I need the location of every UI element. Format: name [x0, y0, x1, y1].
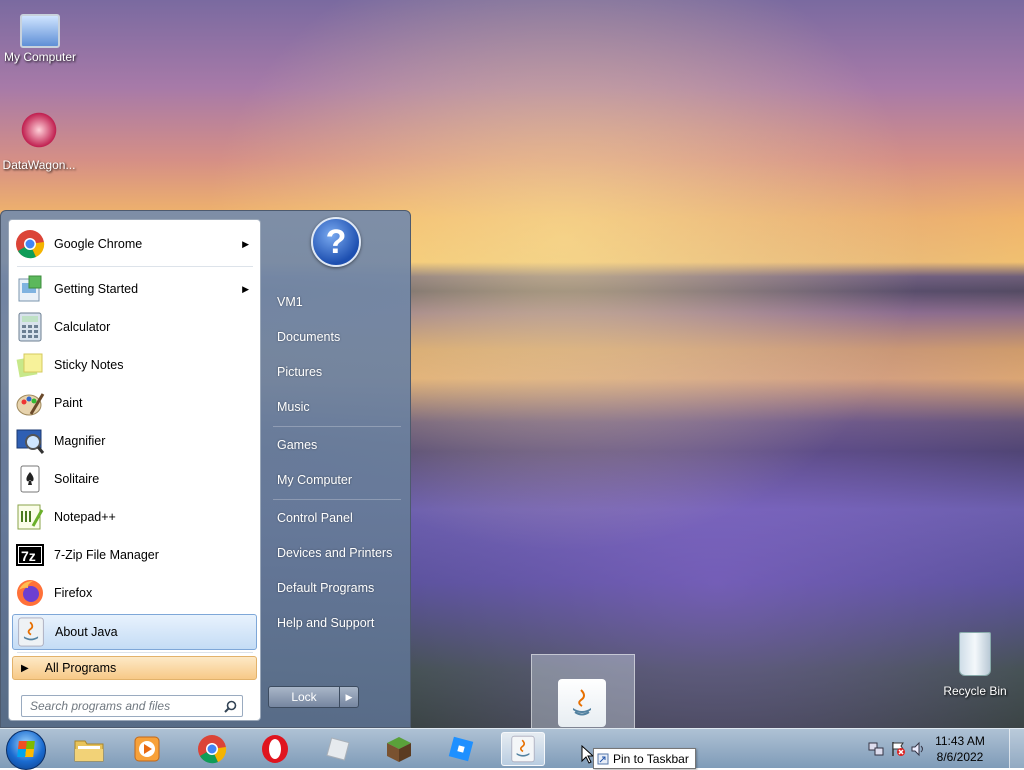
program-firefox[interactable]: Firefox	[12, 575, 257, 611]
submenu-arrow-icon: ▶	[242, 238, 249, 249]
start-menu-program-list: Google Chrome ▶ Getting Started ▶ Calcul…	[8, 219, 261, 721]
program-label: Firefox	[54, 586, 93, 600]
program-label: Calculator	[54, 320, 111, 334]
submenu-arrow-icon: ▶	[242, 283, 249, 294]
roblox-icon[interactable]	[439, 732, 483, 766]
drag-ghost	[531, 654, 635, 730]
link-music[interactable]: Music	[277, 400, 310, 414]
expand-arrow-icon: ▶	[21, 662, 29, 674]
mouse-cursor-icon	[581, 745, 593, 764]
program-label: Getting Started	[54, 282, 139, 296]
java-icon	[15, 616, 47, 648]
start-search-input[interactable]: Search programs and files	[21, 695, 243, 717]
link-games[interactable]: Games	[277, 438, 317, 452]
search-placeholder: Search programs and files	[30, 699, 171, 713]
firefox-icon	[14, 577, 46, 609]
start-menu-right-pane: ? VM1 Documents Pictures Music Games My …	[263, 211, 411, 729]
svg-text:7z: 7z	[21, 548, 36, 564]
program-getting-started[interactable]: Getting Started ▶	[12, 271, 257, 307]
opera-icon[interactable]	[253, 732, 297, 766]
roblox-studio-icon[interactable]	[316, 732, 360, 766]
all-programs-button[interactable]: ▶ All Programs	[12, 656, 257, 680]
my-computer-icon	[20, 14, 60, 48]
recycle-bin-icon	[959, 632, 991, 676]
clock-date: 8/6/2022	[936, 750, 984, 764]
program-label: Sticky Notes	[54, 358, 124, 372]
program-magnifier[interactable]: Magnifier	[12, 423, 257, 459]
start-menu: Google Chrome ▶ Getting Started ▶ Calcul…	[0, 210, 411, 728]
lock-button[interactable]: Lock	[268, 686, 340, 708]
minecraft-icon[interactable]	[377, 732, 421, 766]
program-label: Notepad++	[54, 510, 116, 524]
program-sticky-notes[interactable]: Sticky Notes	[12, 347, 257, 383]
desktop-icon-label: Recycle Bin	[943, 684, 1007, 698]
action-center-flag-icon[interactable]	[890, 741, 906, 757]
system-clock[interactable]: 11:43 AM 8/6/2022	[930, 733, 990, 765]
divider	[273, 426, 401, 427]
file-explorer-icon[interactable]	[67, 732, 111, 766]
java-icon	[558, 679, 606, 727]
shutdown-options-arrow-icon[interactable]: ▶	[339, 686, 359, 708]
all-programs-label: All Programs	[44, 661, 117, 675]
program-google-chrome[interactable]: Google Chrome ▶	[12, 226, 257, 262]
program-label: Paint	[54, 396, 83, 410]
getting-started-icon	[14, 273, 46, 305]
link-help-and-support[interactable]: Help and Support	[277, 616, 374, 630]
divider	[17, 652, 253, 653]
program-solitaire[interactable]: Solitaire	[12, 461, 257, 497]
program-notepadpp[interactable]: Notepad++	[12, 499, 257, 535]
link-pictures[interactable]: Pictures	[277, 365, 322, 379]
program-label: About Java	[55, 625, 118, 639]
divider	[273, 499, 401, 500]
chrome-icon	[14, 228, 46, 260]
program-label: Magnifier	[54, 434, 106, 448]
sticky-notes-icon	[14, 349, 46, 381]
pin-to-taskbar-tooltip: Pin to Taskbar	[593, 748, 696, 769]
desktop-icon-label: DataWagon...	[2, 158, 76, 172]
taskbar: 11:43 AM 8/6/2022	[0, 728, 1024, 770]
program-about-java[interactable]: About Java	[12, 614, 257, 650]
desktop-icon-label: My Computer	[3, 50, 77, 64]
program-label: 7-Zip File Manager	[54, 548, 159, 562]
desktop-icon-my-computer[interactable]: My Computer	[0, 8, 80, 64]
windows-logo-icon	[17, 741, 35, 757]
volume-icon[interactable]	[910, 741, 926, 757]
java-icon[interactable]	[501, 732, 545, 766]
program-label: Solitaire	[54, 472, 100, 486]
7zip-icon: 7z	[14, 539, 46, 571]
link-devices-and-printers[interactable]: Devices and Printers	[277, 546, 392, 560]
show-desktop-button[interactable]	[1009, 729, 1024, 769]
link-documents[interactable]: Documents	[277, 330, 340, 344]
network-icon[interactable]	[868, 741, 884, 757]
desktop-icon-recycle-bin[interactable]: Recycle Bin	[935, 632, 1015, 698]
media-player-icon[interactable]	[125, 732, 169, 766]
clock-time: 11:43 AM	[935, 734, 985, 748]
program-calculator[interactable]: Calculator	[12, 309, 257, 345]
pin-icon	[597, 753, 609, 765]
datawagon-icon	[19, 110, 59, 150]
chrome-icon[interactable]	[190, 732, 234, 766]
solitaire-icon	[14, 463, 46, 495]
link-my-computer[interactable]: My Computer	[277, 473, 352, 487]
program-7zip[interactable]: 7z 7-Zip File Manager	[12, 537, 257, 573]
notepadpp-icon	[14, 501, 46, 533]
divider	[17, 266, 253, 267]
help-icon: ?	[311, 217, 361, 267]
tooltip-label: Pin to Taskbar	[613, 751, 689, 766]
link-control-panel[interactable]: Control Panel	[277, 511, 353, 525]
paint-icon	[14, 387, 46, 419]
calculator-icon	[14, 311, 46, 343]
search-icon	[224, 700, 237, 713]
program-label: Google Chrome	[54, 237, 143, 251]
program-paint[interactable]: Paint	[12, 385, 257, 421]
magnifier-icon	[14, 425, 46, 457]
desktop-icon-datawagon[interactable]: DataWagon...	[0, 110, 79, 172]
link-default-programs[interactable]: Default Programs	[277, 581, 374, 595]
system-tray: 11:43 AM 8/6/2022	[854, 729, 1024, 769]
link-user-folder[interactable]: VM1	[277, 295, 303, 309]
start-button[interactable]	[6, 730, 46, 770]
